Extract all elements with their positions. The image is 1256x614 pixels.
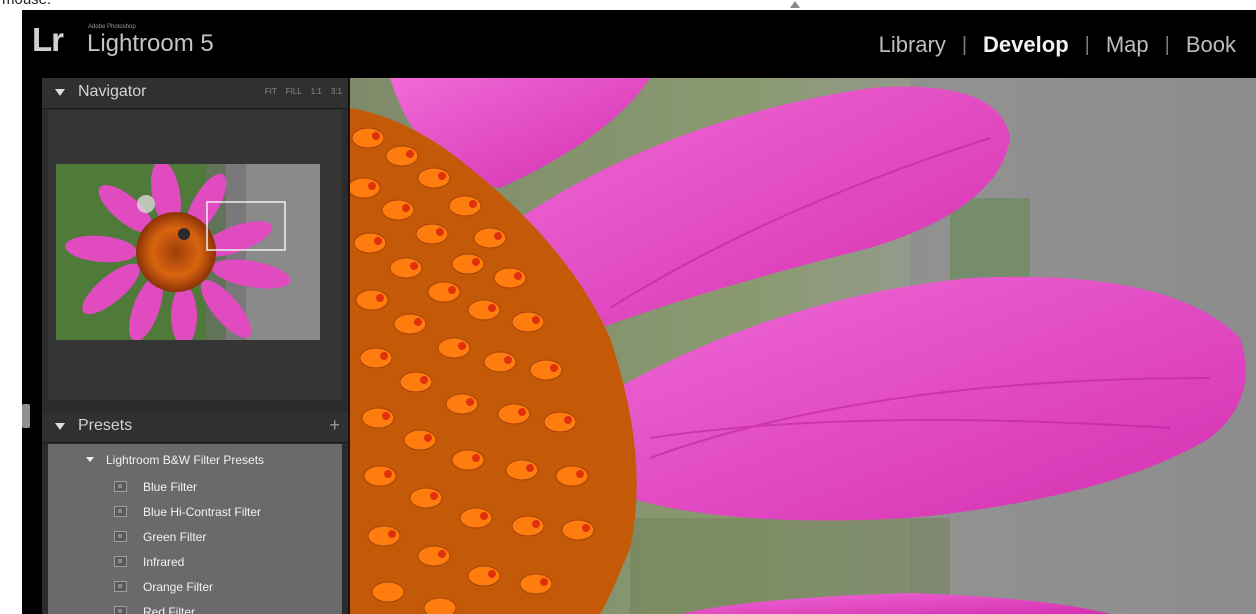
preset-icon	[114, 531, 127, 542]
navigator-body	[48, 110, 342, 400]
navigator-header[interactable]: Navigator FIT FILL 1:1 3:1	[42, 78, 348, 109]
zoom-3-1[interactable]: 3:1	[331, 87, 342, 96]
preset-label: Blue Hi-Contrast Filter	[143, 504, 262, 519]
preset-item[interactable]: Blue Hi-Contrast Filter	[114, 499, 261, 524]
collapse-triangle-icon	[55, 423, 65, 430]
preset-item[interactable]: Red Filter	[114, 599, 261, 614]
module-separator: |	[1084, 33, 1090, 56]
top-strip: mouse.	[0, 0, 1256, 10]
module-map[interactable]: Map	[1104, 32, 1151, 58]
preset-label: Blue Filter	[143, 479, 198, 494]
lr-logo: Lr	[32, 21, 64, 58]
preset-label: Red Filter	[143, 604, 196, 614]
preset-label: Orange Filter	[143, 579, 214, 594]
zoom-fit[interactable]: FIT	[265, 87, 277, 96]
develop-image-view[interactable]	[350, 78, 1256, 614]
left-panel: Navigator FIT FILL 1:1 3:1 Presets + Lig…	[22, 78, 350, 614]
main-photo	[350, 78, 1256, 614]
module-develop[interactable]: Develop	[981, 32, 1071, 58]
lightroom-window: Lr Adobe Photoshop Lightroom 5 Library |…	[22, 10, 1256, 614]
module-picker: Library | Develop | Map | Book	[877, 32, 1238, 58]
navigator-preview-image	[56, 164, 320, 340]
preset-item[interactable]: Orange Filter	[114, 574, 261, 599]
zoom-1-1[interactable]: 1:1	[311, 87, 322, 96]
folder-expand-icon	[86, 457, 94, 462]
preset-folder-label: Lightroom B&W Filter Presets	[106, 453, 265, 467]
navigator-zoom-options: FIT FILL 1:1 3:1	[265, 87, 342, 96]
add-preset-icon[interactable]: +	[329, 415, 340, 436]
preset-item[interactable]: Infrared	[114, 549, 261, 574]
preset-label: Green Filter	[143, 529, 207, 544]
top-panel-toggle-icon[interactable]	[790, 1, 800, 8]
preset-folder[interactable]: Lightroom B&W Filter Presets	[86, 453, 264, 467]
module-book[interactable]: Book	[1184, 32, 1238, 58]
presets-header[interactable]: Presets +	[42, 412, 348, 443]
preset-item[interactable]: Green Filter	[114, 524, 261, 549]
preset-item[interactable]: Blue Filter	[114, 474, 261, 499]
clipped-caption: mouse.	[2, 0, 51, 8]
preset-icon	[114, 606, 127, 614]
presets-title: Presets	[78, 417, 133, 434]
module-separator: |	[961, 33, 968, 56]
identity-plate-bar: Lr Adobe Photoshop Lightroom 5 Library |…	[22, 10, 1256, 76]
preset-icon	[114, 481, 127, 492]
preset-list: Blue Filter Blue Hi-Contrast Filter Gree…	[114, 474, 261, 614]
preset-icon	[114, 581, 127, 592]
preset-icon	[114, 556, 127, 567]
product-name: Lightroom 5	[87, 30, 214, 57]
module-library[interactable]: Library	[877, 32, 948, 58]
module-separator: |	[1164, 33, 1170, 56]
preset-label: Infrared	[143, 554, 185, 569]
navigator-preview[interactable]	[56, 164, 320, 340]
collapse-triangle-icon	[55, 89, 65, 96]
preset-icon	[114, 506, 127, 517]
presets-body: Lightroom B&W Filter Presets Blue Filter…	[48, 444, 342, 614]
zoom-fill[interactable]: FILL	[286, 87, 302, 96]
panel-scrollbar-thumb[interactable]	[22, 404, 30, 428]
navigator-title: Navigator	[78, 83, 147, 100]
